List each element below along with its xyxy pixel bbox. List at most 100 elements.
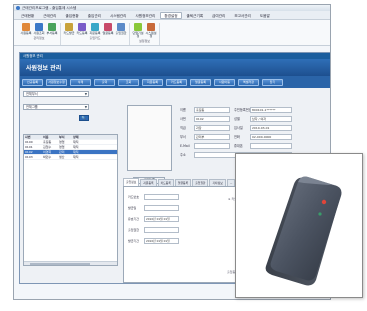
list-cell: 박민수 (43, 155, 52, 159)
list-column-header[interactable]: 이름 (42, 135, 58, 139)
list-cell: 0101 (25, 145, 33, 149)
toolbar-button-0[interactable]: 신규등록 (22, 78, 43, 86)
tab-field-input[interactable] (144, 194, 179, 200)
list-column-header[interactable]: 사번 (24, 135, 42, 139)
list-cell: 재직 (73, 140, 79, 144)
toolbar-button-2[interactable]: 삭제 (70, 78, 91, 86)
tab-field-input[interactable]: 2010년 01월 01일 (144, 216, 179, 222)
tab-field-row: 출입권한 (128, 226, 179, 234)
tab-field-row: 발급일 (128, 204, 179, 212)
ribbon-button-label: 카드등록 (76, 31, 88, 35)
tab-1[interactable]: 지문등록 (140, 179, 157, 186)
list-cell: 김철수 (43, 145, 52, 149)
tab-0[interactable]: 출입정보 (123, 178, 140, 186)
ribbon-group-title: 출입카드 (89, 36, 101, 41)
form-field[interactable] (194, 142, 230, 149)
menu-item-7[interactable]: 출퇴근기록 (183, 12, 208, 19)
ribbon-button-0-2[interactable]: 부서등록 (46, 23, 58, 35)
list-column-header[interactable]: 상태 (72, 135, 86, 139)
tab-5[interactable]: 기타정보 (209, 179, 226, 186)
form-field[interactable]: 800101-1****** (250, 106, 292, 113)
tab-field-row: 유효기간 2010년 01월 01일 (128, 215, 179, 223)
ribbon-button-1-4[interactable]: 출입권한 (115, 23, 127, 35)
toolbar-button-7[interactable]: 얼굴등록 (190, 78, 211, 86)
toolbar-button-8[interactable]: 사원이동 (214, 78, 235, 86)
toolbar-button-6[interactable]: 카드등록 (166, 78, 187, 86)
list-cell: 0102 (25, 150, 33, 154)
menu-item-5[interactable]: 사원정보관리 (131, 12, 159, 19)
menu-item-1[interactable]: 근태관리 (39, 12, 60, 19)
ribbon-icon (91, 23, 99, 31)
ribbon-button-1-3[interactable]: 얼굴등록 (102, 23, 114, 35)
form-field[interactable]: 2010-03-01 (250, 124, 292, 131)
form-label: 성별 (234, 117, 240, 121)
ribbon-icon (117, 23, 125, 31)
ribbon-button-label: 얼굴등록 (102, 31, 114, 35)
form-field[interactable]: 관리부 (194, 133, 230, 140)
card-reader-photo (235, 153, 363, 298)
toolbar-button-4[interactable]: 조회 (118, 78, 139, 86)
form-field[interactable]: 홍길동 (194, 106, 230, 113)
menu-bar: 근태현황 근태관리 출입현황 출입관리 시스템관리 사원정보관리 환경설정 출퇴근기록 급여관리… (14, 11, 330, 20)
ribbon-button-1-2[interactable]: 지문등록 (89, 23, 101, 35)
ribbon-button-2-0[interactable]: 단말기설정 (132, 23, 144, 38)
list-cell: 영업 (59, 145, 65, 149)
list-row[interactable]: 0103 박민수 생산 재직 (24, 155, 117, 160)
toolbar-button-10[interactable]: 닫기 (262, 78, 283, 86)
toolbar-button-9[interactable]: 엑셀저장 (238, 78, 259, 86)
tab-field-input[interactable] (144, 227, 179, 233)
page-header: 사원정보 관리 (20, 59, 330, 76)
list-cell: 홍길동 (43, 140, 52, 144)
menu-item-6[interactable]: 환경설정 (160, 11, 182, 19)
ribbon-button-label: 부서등록 (46, 31, 58, 35)
menu-item-10[interactable]: 도움말 (256, 12, 274, 19)
form-label: 직급 (180, 126, 186, 130)
list-cell: 재직 (73, 145, 79, 149)
form-row: 부서 관리부 전화 02-000-0000 (180, 132, 330, 141)
tab-field-input[interactable]: 2010년 01월 01일 (144, 238, 179, 244)
tab-field-input[interactable] (144, 205, 179, 211)
action-toolbar: 신규등록 사원정보수정 삭제 출력 조회 지문등록 카드등록 얼굴등록 사원이동 엑셀저장 닫기 (20, 76, 330, 88)
list-cell: 이영희 (43, 150, 52, 154)
search-button[interactable]: 🔍 (79, 115, 89, 121)
form-field[interactable] (250, 142, 292, 149)
ribbon-group-title: 관리정보 (33, 36, 45, 41)
form-field[interactable]: 0102 (194, 115, 230, 122)
ribbon-buttons: 사원등록 사원조회 부서등록 (20, 23, 58, 35)
tab-4[interactable]: 출입권한 (192, 179, 209, 186)
group-select[interactable]: 전체그룹 (23, 104, 89, 110)
menu-item-0[interactable]: 근태현황 (17, 12, 38, 19)
menu-item-3[interactable]: 출입관리 (84, 12, 105, 19)
tab-field-label: 발급일 (128, 206, 137, 210)
menu-item-4[interactable]: 시스템관리 (106, 12, 131, 19)
ribbon-icon (35, 23, 43, 31)
employee-list: 사번 이름 부서 상태 0100 홍길동 영업 재직 0101 김철수 영업 재직 0102 이영희 관리… (23, 134, 118, 266)
department-select[interactable]: 전체부서 (23, 91, 89, 97)
form-label: 사번 (180, 117, 186, 121)
form-field[interactable]: 과장 (194, 124, 230, 131)
form-field[interactable]: 남자 / 여자 (250, 115, 292, 122)
ribbon-button-1-1[interactable]: 카드등록 (76, 23, 88, 35)
ribbon-button-2-1[interactable]: 시스템설정 (145, 23, 157, 38)
tab-field-label: 출입권한 (128, 228, 140, 232)
ribbon-button-1-0[interactable]: 카드발급 (63, 23, 75, 35)
menu-item-9[interactable]: 보고서관리 (230, 12, 255, 19)
ribbon-button-0-0[interactable]: 사원등록 (20, 23, 32, 35)
toolbar-button-3[interactable]: 출력 (94, 78, 115, 86)
tab-3[interactable]: 얼굴등록 (174, 179, 192, 186)
menu-item-2[interactable]: 출입현황 (61, 12, 82, 19)
toolbar-button-5[interactable]: 지문등록 (142, 78, 163, 86)
ribbon-icon (147, 23, 155, 31)
form-label: 휴대폰 (234, 144, 243, 148)
tab-2[interactable]: 카드등록 (157, 179, 174, 186)
tab-field-label: 유효기간 (128, 217, 140, 221)
toolbar-button-1[interactable]: 사원정보수정 (46, 78, 67, 86)
form-field[interactable]: 02-000-0000 (250, 133, 292, 140)
ribbon-icon (22, 23, 30, 31)
form-label: 주민등록번호 (234, 108, 252, 112)
ribbon-button-0-1[interactable]: 사원조회 (33, 23, 45, 35)
scrollbar-thumb[interactable] (30, 263, 90, 265)
horizontal-scrollbar[interactable] (24, 261, 117, 265)
list-column-header[interactable]: 부서 (58, 135, 72, 139)
menu-item-8[interactable]: 급여관리 (208, 12, 229, 19)
